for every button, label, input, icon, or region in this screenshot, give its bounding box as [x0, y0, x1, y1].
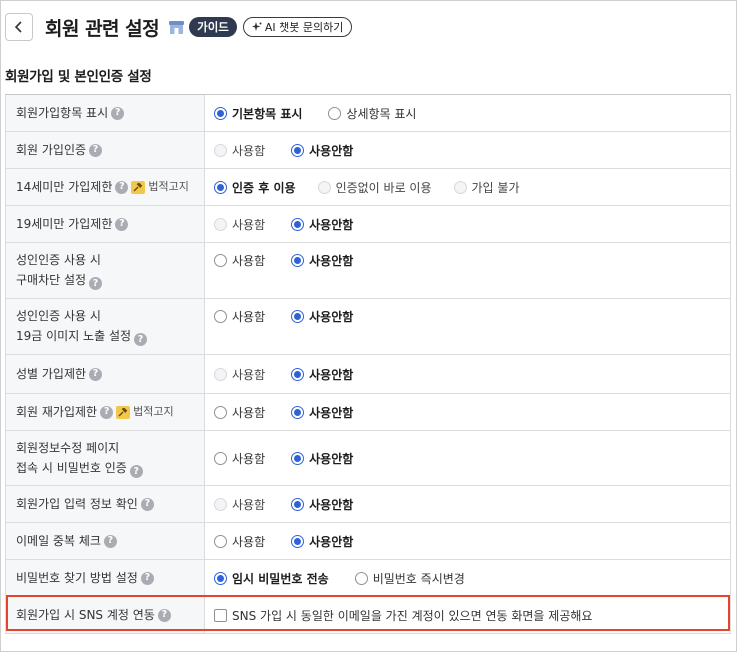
radio-option[interactable]: 사용함	[214, 533, 265, 550]
legal-notice-label: 법적고지	[133, 405, 174, 418]
radio-option[interactable]: 사용안함	[291, 404, 353, 421]
table-row: 회원가입 입력 정보 확인? 사용함 사용안함	[5, 486, 731, 523]
table-row: 이메일 중복 체크? 사용함 사용안함	[5, 523, 731, 560]
radio-option[interactable]: 사용함	[214, 252, 265, 269]
radio-option[interactable]: 가입 불가	[453, 179, 520, 196]
help-icon[interactable]: ?	[115, 217, 129, 231]
table-row: 성인인증 사용 시 19금 이미지 노출 설정? 사용함 사용안함	[5, 299, 731, 355]
radio-option[interactable]: 비밀번호 즉시변경	[354, 570, 465, 587]
table-row: 회원정보수정 페이지 접속 시 비밀번호 인증? 사용함 사용안함	[5, 431, 731, 486]
help-icon[interactable]: ?	[89, 367, 103, 381]
help-icon[interactable]: ?	[103, 534, 117, 548]
legal-notice-label: 법적고지	[148, 180, 189, 193]
radio-option[interactable]: 임시 비밀번호 전송	[214, 570, 329, 587]
radio-option[interactable]: 사용안함	[291, 450, 353, 467]
table-row: 성인인증 사용 시 구매차단 설정? 사용함 사용안함	[5, 243, 731, 299]
help-icon[interactable]: ?	[129, 465, 143, 479]
sns-link-checkbox[interactable]: SNS 가입 시 동일한 이메일을 가진 계정이 있으면 연동 화면을 제공해요	[214, 607, 592, 624]
radio-option[interactable]: 사용안함	[291, 533, 353, 550]
row-label: 회원 재가입제한? 법적고지	[6, 394, 205, 430]
help-icon[interactable]: ?	[140, 571, 154, 585]
help-icon[interactable]: ?	[89, 143, 103, 157]
radio-group: 사용함 사용안함	[205, 299, 730, 354]
radio-option[interactable]: 인증 후 이용	[214, 179, 296, 196]
row-label: 14세미만 가입제한? 법적고지	[6, 169, 205, 205]
table-row: 회원 재가입제한? 법적고지 사용함 사용안함	[5, 394, 731, 431]
radio-group: 사용함 사용안함	[205, 132, 730, 168]
radio-option[interactable]: 사용함	[214, 366, 265, 383]
radio-group: 사용함 사용안함	[205, 206, 730, 242]
row-label: 회원가입 시 SNS 계정 연동?	[6, 597, 205, 633]
radio-option[interactable]: 상세항목 표시	[328, 105, 416, 122]
radio-group: 사용함 사용안함	[205, 355, 730, 393]
radio-option[interactable]: 사용함	[214, 450, 265, 467]
back-button[interactable]	[5, 13, 33, 41]
gavel-icon	[116, 405, 131, 419]
radio-option[interactable]: 사용안함	[291, 496, 353, 513]
row-label: 성인인증 사용 시 구매차단 설정?	[6, 243, 205, 298]
row-label: 회원 가입인증?	[6, 132, 205, 168]
radio-group: 사용함 사용안함	[205, 431, 730, 485]
radio-group: 인증 후 이용 인증없이 바로 이용 가입 불가	[205, 169, 730, 205]
radio-option[interactable]: 사용안함	[291, 366, 353, 383]
table-row: 19세미만 가입제한? 사용함 사용안함	[5, 206, 731, 243]
table-row: 성별 가입제한? 사용함 사용안함	[5, 355, 731, 394]
table-row: 비밀번호 찾기 방법 설정? 임시 비밀번호 전송 비밀번호 즉시변경	[5, 560, 731, 597]
ai-chatbot-button[interactable]: AI 챗봇 문의하기	[242, 17, 353, 37]
help-icon[interactable]: ?	[89, 277, 103, 291]
settings-table: 회원가입항목 표시? 기본항목 표시 상세항목 표시 회원 가입인증? 사용함 …	[5, 94, 731, 634]
row-label: 이메일 중복 체크?	[6, 523, 205, 559]
radio-group: 사용함 사용안함	[205, 394, 730, 430]
store-icon	[168, 20, 185, 35]
radio-option[interactable]: 사용안함	[291, 142, 353, 159]
radio-group: 기본항목 표시 상세항목 표시	[205, 95, 730, 131]
radio-group: 사용함 사용안함	[205, 243, 730, 298]
table-row: 회원가입항목 표시? 기본항목 표시 상세항목 표시	[5, 95, 731, 132]
row-label: 회원가입항목 표시?	[6, 95, 205, 131]
radio-option[interactable]: 사용함	[214, 216, 265, 233]
radio-option[interactable]: 사용함	[214, 142, 265, 159]
radio-option[interactable]: 기본항목 표시	[214, 105, 302, 122]
section-title: 회원가입 및 본인인증 설정	[5, 69, 152, 85]
radio-option[interactable]: 사용안함	[291, 308, 353, 325]
radio-group: 임시 비밀번호 전송 비밀번호 즉시변경	[205, 560, 730, 596]
sparkle-icon	[251, 22, 262, 31]
help-icon[interactable]: ?	[134, 333, 148, 347]
row-label: 성별 가입제한?	[6, 355, 205, 393]
chevron-left-icon	[14, 21, 22, 33]
radio-option[interactable]: 사용안함	[291, 252, 353, 269]
help-icon[interactable]: ?	[157, 608, 171, 622]
radio-option[interactable]: 사용함	[214, 404, 265, 421]
checkbox-group: SNS 가입 시 동일한 이메일을 가진 계정이 있으면 연동 화면을 제공해요	[205, 597, 730, 633]
table-row: 회원가입 시 SNS 계정 연동? SNS 가입 시 동일한 이메일을 가진 계…	[5, 597, 731, 634]
help-icon[interactable]: ?	[111, 106, 125, 120]
row-label: 성인인증 사용 시 19금 이미지 노출 설정?	[6, 299, 205, 354]
table-row: 회원 가입인증? 사용함 사용안함	[5, 132, 731, 169]
row-label: 회원가입 입력 정보 확인?	[6, 486, 205, 522]
row-label: 회원정보수정 페이지 접속 시 비밀번호 인증?	[6, 431, 205, 485]
radio-option[interactable]: 인증없이 바로 이용	[317, 179, 432, 196]
guide-button[interactable]: 가이드	[189, 17, 237, 37]
radio-option[interactable]: 사용안함	[291, 216, 353, 233]
help-icon[interactable]: ?	[100, 405, 114, 419]
ai-chatbot-label: AI 챗봇 문의하기	[264, 21, 344, 34]
help-icon[interactable]: ?	[115, 180, 129, 194]
radio-option[interactable]: 사용함	[214, 308, 265, 325]
row-label: 19세미만 가입제한?	[6, 206, 205, 242]
radio-group: 사용함 사용안함	[205, 523, 730, 559]
page-title: 회원 관련 설정	[45, 17, 160, 40]
table-row: 14세미만 가입제한? 법적고지 인증 후 이용 인증없이 바로 이용 가입 불가	[5, 169, 731, 206]
page-header: 회원 관련 설정 가이드 AI 챗봇 문의하기	[5, 12, 353, 42]
radio-group: 사용함 사용안함	[205, 486, 730, 522]
row-label: 비밀번호 찾기 방법 설정?	[6, 560, 205, 596]
radio-option[interactable]: 사용함	[214, 496, 265, 513]
help-icon[interactable]: ?	[140, 497, 154, 511]
gavel-icon	[131, 180, 146, 194]
